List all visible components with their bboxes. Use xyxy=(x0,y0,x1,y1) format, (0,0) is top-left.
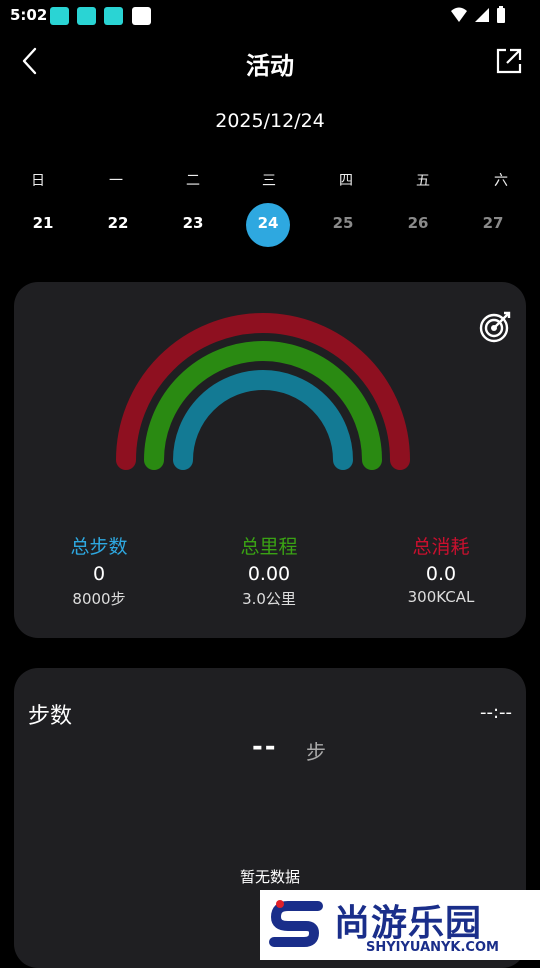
signal-icon xyxy=(475,8,489,22)
watermark-logo-icon xyxy=(269,900,323,947)
steps-card-unit: 步 xyxy=(306,740,326,764)
steps-card-title: 步数 xyxy=(28,704,73,729)
day-27[interactable]: 27 xyxy=(463,214,523,232)
app-bar: 活动 xyxy=(0,32,540,92)
weekday-label: 六 xyxy=(494,173,508,189)
no-data-text: 暂无数据 xyxy=(239,868,300,886)
steps-card-value: -- xyxy=(252,732,278,762)
weekday-label: 一 xyxy=(109,173,123,189)
page-title: 活动 xyxy=(246,52,294,80)
total-steps-stat: 总步数 0 8000步 xyxy=(14,532,184,609)
total-calories-value: 0.0 xyxy=(425,563,457,585)
day-22[interactable]: 22 xyxy=(88,214,148,232)
weekday-label: 五 xyxy=(416,173,430,189)
total-calories-label: 总消耗 xyxy=(412,536,470,558)
share-icon[interactable] xyxy=(492,44,526,78)
activity-rings xyxy=(116,313,410,470)
total-steps-label: 总步数 xyxy=(70,536,128,558)
total-distance-label: 总里程 xyxy=(240,536,298,558)
watermark-url: SHYIYUANYK.COM xyxy=(366,940,499,955)
day-24-selected[interactable]: 24 xyxy=(238,214,298,232)
total-distance-value: 0.00 xyxy=(247,563,291,585)
app-notification-icon xyxy=(77,7,96,25)
day-26[interactable]: 26 xyxy=(388,214,448,232)
heart-app-icon xyxy=(132,7,151,25)
activity-summary-card: 总步数 0 8000步 总里程 0.00 3.0公里 总消耗 0.0 300KC… xyxy=(14,282,526,638)
weekday-label: 日 xyxy=(31,173,45,189)
status-bar: 5:02 xyxy=(0,0,540,32)
weekday-label: 四 xyxy=(339,173,353,189)
selected-date: 2025/12/24 xyxy=(215,110,325,132)
site-watermark: 尚游乐园 SHYIYUANYK.COM xyxy=(260,890,540,960)
day-23[interactable]: 23 xyxy=(163,214,223,232)
weekday-label: 三 xyxy=(262,173,276,189)
day-25[interactable]: 25 xyxy=(313,214,373,232)
app-notification-icon xyxy=(104,7,123,25)
wifi-icon xyxy=(451,7,467,22)
calories-goal: 300KCAL xyxy=(407,588,475,606)
steps-goal: 8000步 xyxy=(72,590,126,608)
battery-icon xyxy=(497,6,505,23)
steps-card-time: --:-- xyxy=(479,702,512,723)
day-21[interactable]: 21 xyxy=(13,214,73,232)
status-time: 5:02 xyxy=(10,6,48,24)
total-steps-value: 0 xyxy=(92,563,106,585)
weekday-label: 二 xyxy=(186,173,200,189)
total-distance-stat: 总里程 0.00 3.0公里 xyxy=(184,532,354,609)
total-calories-stat: 总消耗 0.0 300KCAL xyxy=(356,532,526,606)
app-notification-icon xyxy=(50,7,69,25)
watermark-text: 尚游乐园 xyxy=(334,903,483,944)
distance-goal: 3.0公里 xyxy=(242,590,296,608)
goal-target-icon[interactable] xyxy=(478,310,512,344)
steps-ring xyxy=(173,370,353,470)
